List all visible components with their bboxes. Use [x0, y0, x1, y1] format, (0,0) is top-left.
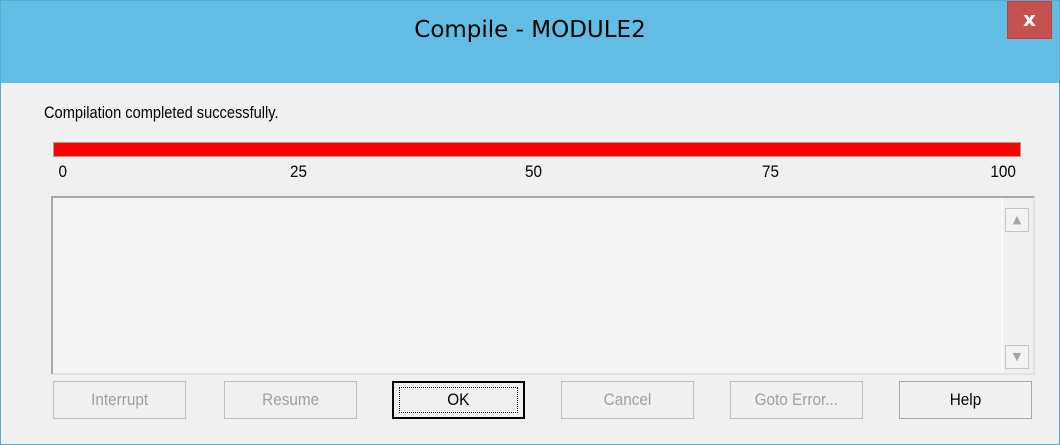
scroll-down-arrow-icon: ▼ [1012, 350, 1022, 363]
scroll-up-button[interactable]: ▲ [1005, 208, 1029, 232]
progress-fill [54, 143, 1020, 156]
help-button-label: Help [949, 390, 982, 409]
ok-button[interactable]: OK [392, 381, 525, 419]
status-message: Compilation completed successfully. [44, 103, 279, 122]
cancel-button-label: Cancel [603, 390, 652, 409]
interrupt-button[interactable]: Interrupt [53, 381, 186, 419]
resume-button-label: Resume [262, 390, 319, 409]
progress-tick-75: 75 [761, 162, 779, 181]
resume-button[interactable]: Resume [224, 381, 357, 419]
output-text-area[interactable]: ▲ ▼ [51, 196, 1035, 375]
close-icon: x [1023, 7, 1036, 31]
goto-error-button-label: Goto Error... [754, 390, 839, 409]
progress-bar [53, 142, 1021, 157]
interrupt-button-label: Interrupt [91, 390, 148, 409]
vertical-scrollbar[interactable]: ▲ ▼ [1002, 198, 1033, 373]
goto-error-button[interactable]: Goto Error... [730, 381, 863, 419]
progress-tick-50: 50 [524, 162, 542, 181]
progress-tick-0: 0 [58, 162, 67, 181]
dialog-title: Compile - MODULE2 [414, 17, 646, 43]
scroll-up-arrow-icon: ▲ [1012, 213, 1022, 226]
progress-tick-25: 25 [289, 162, 307, 181]
cancel-button[interactable]: Cancel [561, 381, 694, 419]
help-button[interactable]: Help [899, 381, 1032, 419]
ok-button-label: OK [447, 390, 470, 409]
progress-tick-100: 100 [990, 162, 1016, 181]
scroll-down-button[interactable]: ▼ [1005, 345, 1029, 369]
close-button[interactable]: x [1007, 1, 1052, 39]
title-bar[interactable]: Compile - MODULE2 x [1, 1, 1059, 83]
